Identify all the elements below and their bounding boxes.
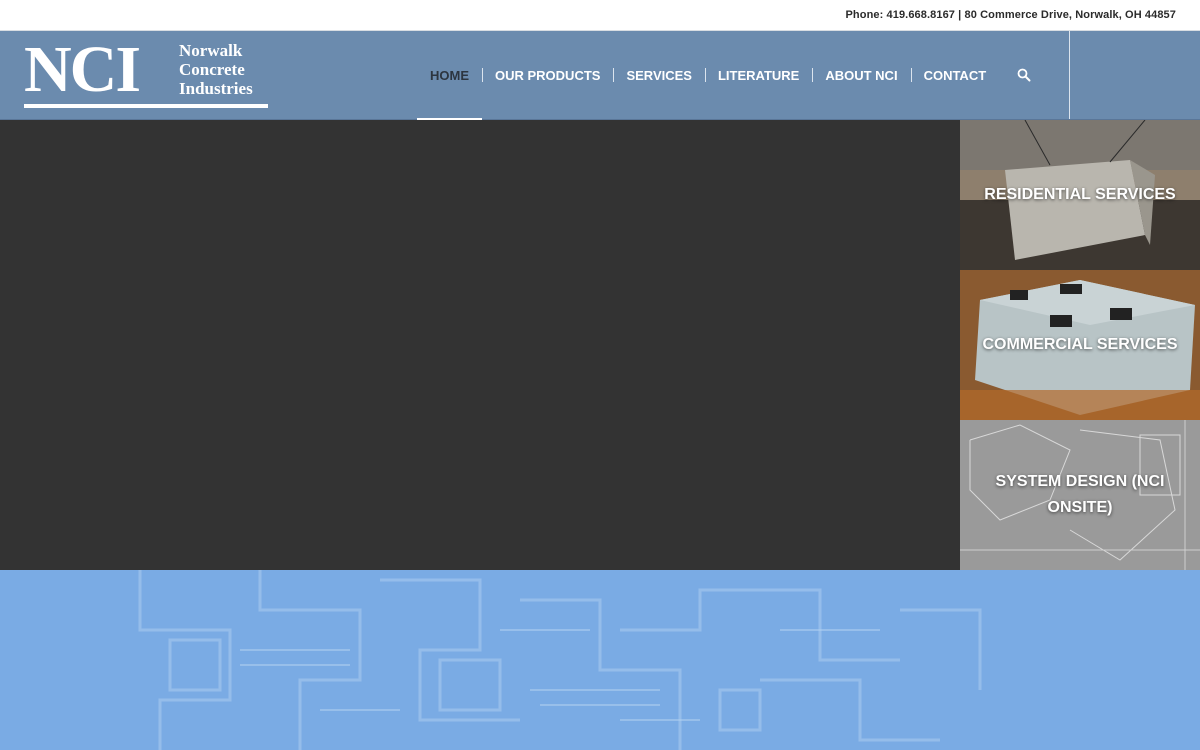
nav-item-services[interactable]: SERVICES: [613, 31, 705, 119]
blueprint-section: [0, 570, 1200, 750]
top-contact-bar: Phone: 419.668.8167 | 80 Commerce Drive,…: [0, 0, 1200, 31]
search-icon: [1017, 68, 1031, 82]
nav-item-literature[interactable]: LITERATURE: [704, 31, 812, 119]
hero-slider: [0, 120, 960, 570]
blueprint-background-image: [138, 570, 982, 750]
nav-item-home[interactable]: HOME: [417, 31, 482, 120]
search-button[interactable]: [1010, 61, 1038, 89]
tile-label: SYSTEM DESIGN (NCI ONSITE): [995, 473, 1165, 516]
logo-line-1: Norwalk: [179, 41, 243, 60]
logo-underline: [24, 104, 268, 108]
service-tiles: RESIDENTIAL SERVICES COMMERCIAL SERVICES…: [960, 120, 1200, 570]
tile-residential-services[interactable]: RESIDENTIAL SERVICES: [960, 120, 1200, 270]
tile-system-design[interactable]: SYSTEM DESIGN (NCI ONSITE): [960, 420, 1200, 570]
contact-info: Phone: 419.668.8167 | 80 Commerce Drive,…: [845, 9, 1176, 21]
tile-label: COMMERCIAL SERVICES: [982, 336, 1178, 353]
tile-label: RESIDENTIAL SERVICES: [984, 186, 1176, 203]
site-logo[interactable]: NCI Norwalk Concrete Industries: [24, 37, 269, 111]
nav-item-about-nci[interactable]: ABOUT NCI: [812, 31, 910, 119]
logo-line-3: Industries: [179, 79, 253, 98]
logo-line-2: Concrete: [179, 60, 245, 79]
logo-wordmark: Norwalk Concrete Industries: [179, 41, 253, 98]
header-divider: [1069, 31, 1070, 119]
logo-mark: NCI: [24, 33, 141, 106]
site-header: NCI Norwalk Concrete Industries HOME OUR…: [0, 31, 1200, 120]
tile-commercial-services[interactable]: COMMERCIAL SERVICES: [960, 270, 1200, 420]
nav-item-contact[interactable]: CONTACT: [910, 31, 1000, 119]
main-nav: HOME OUR PRODUCTS SERVICES LITERATURE AB…: [417, 31, 1000, 120]
nav-item-our-products[interactable]: OUR PRODUCTS: [482, 31, 613, 119]
